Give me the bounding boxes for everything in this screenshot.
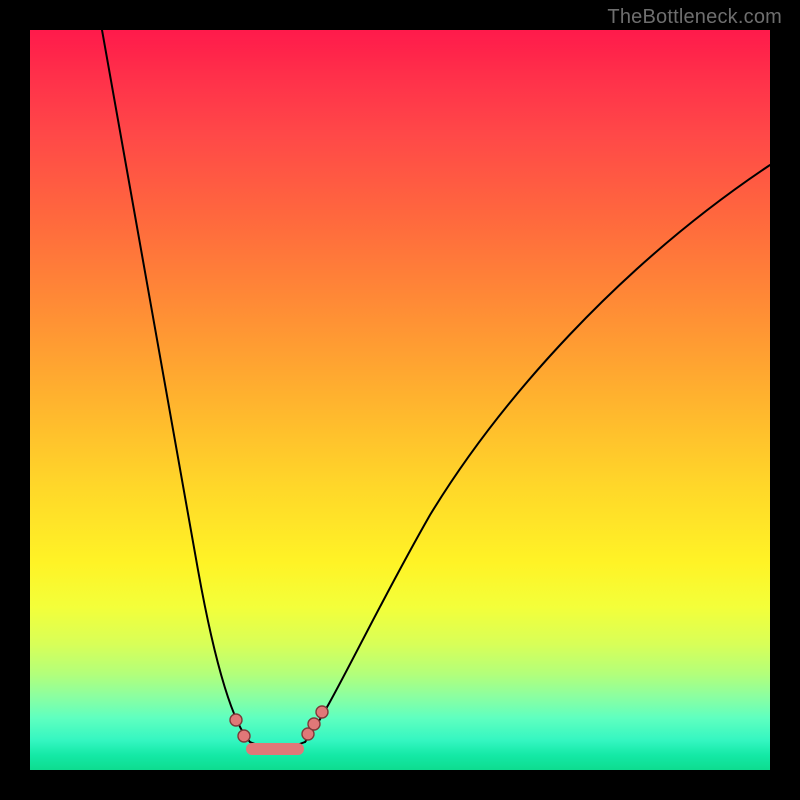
chart-curve-layer bbox=[30, 30, 770, 770]
marker-group bbox=[230, 706, 328, 749]
curve-left-branch bbox=[102, 30, 250, 742]
right-dot-2 bbox=[308, 718, 320, 730]
watermark: TheBottleneck.com bbox=[607, 6, 782, 29]
right-dot-3 bbox=[316, 706, 328, 718]
left-dot-2 bbox=[238, 730, 250, 742]
left-dot-1 bbox=[230, 714, 242, 726]
chart-plot-area bbox=[30, 30, 770, 770]
curve-right-branch bbox=[305, 165, 770, 742]
